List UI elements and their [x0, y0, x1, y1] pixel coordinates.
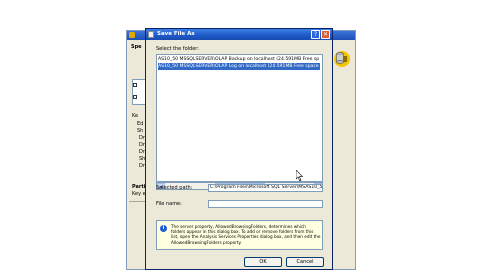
cancel-button[interactable]: Cancel — [286, 257, 324, 267]
mouse-cursor-icon — [296, 170, 304, 182]
selected-path-label: Selected path: — [156, 185, 193, 191]
document-icon — [148, 31, 154, 38]
divider — [129, 201, 145, 202]
list-item-selected[interactable]: AS10_50 MSSQLSERVER\OLAP Log on localhos… — [158, 63, 320, 70]
select-folder-label: Select the folder: — [156, 46, 199, 52]
bg-label-key: Key e — [132, 191, 146, 197]
info-panel: i The server property, AllowedBrowsingFo… — [156, 220, 323, 250]
database-icon — [334, 51, 350, 67]
ok-button[interactable]: OK — [244, 257, 282, 267]
bg-label: Sh — [137, 128, 144, 134]
help-button[interactable]: ? — [311, 30, 320, 39]
file-name-label: File name: — [156, 201, 182, 207]
background-header-text: Spe — [131, 44, 142, 50]
info-text: The server property, AllowedBrowsingFold… — [171, 224, 321, 245]
close-button[interactable]: ✕ — [321, 30, 330, 39]
dialog-titlebar[interactable]: Save File As ? ✕ — [146, 29, 332, 40]
bg-label-partition: Parti — [132, 184, 146, 190]
bg-label: Ed — [137, 121, 144, 127]
window-icon — [129, 32, 135, 38]
checkbox[interactable] — [133, 83, 137, 87]
file-name-input[interactable] — [208, 200, 323, 208]
selected-path-field[interactable]: C:\Program Files\Microsoft SQL Server\MS… — [208, 184, 323, 192]
bg-label-ke: Ke — [132, 113, 139, 119]
info-icon: i — [160, 225, 167, 232]
checkbox[interactable] — [133, 95, 137, 99]
dialog-title: Save File As — [157, 31, 195, 37]
save-file-as-dialog: Save File As ? ✕ Select the folder: AS10… — [145, 28, 333, 270]
folder-list[interactable]: AS10_50 MSSQLSERVER\OLAP Backup on local… — [156, 54, 323, 182]
list-item[interactable]: AS10_50 MSSQLSERVER\OLAP Backup on local… — [158, 56, 320, 63]
